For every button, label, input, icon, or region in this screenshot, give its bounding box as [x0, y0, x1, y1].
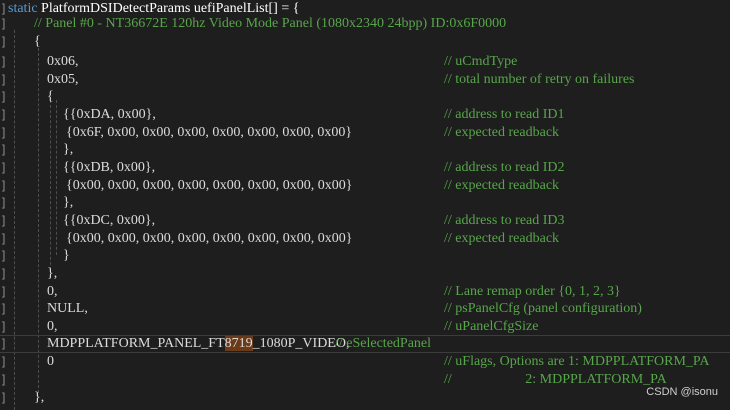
- line-marker: ]: [0, 126, 8, 140]
- line-marker: ]: [0, 232, 8, 246]
- line-code: 0: [47, 354, 54, 369]
- code-line[interactable]: ] {{0xDB, 0x00}, // address to read ID2: [0, 159, 730, 177]
- code-line[interactable]: ] }: [0, 247, 730, 265]
- line-comment: // eSelectedPanel: [335, 336, 432, 351]
- line-marker: ]: [0, 355, 8, 369]
- line-marker: ]: [0, 285, 8, 299]
- line-marker: ]: [0, 35, 8, 49]
- code-line[interactable]: ] {: [0, 33, 730, 51]
- line-code: 0,: [47, 284, 58, 299]
- line-code: {: [47, 89, 54, 104]
- line-comment: // expected readback: [444, 231, 560, 246]
- code-line[interactable]: ] // Panel #0 - NT36672E 120hz Video Mod…: [0, 15, 730, 33]
- code-line[interactable]: ] NULL, // psPanelCfg (panel configurati…: [0, 300, 730, 318]
- line-comment: // total number of retry on failures: [444, 72, 635, 87]
- line-comment: // Lane remap order {0, 1, 2, 3}: [444, 284, 621, 299]
- line-marker: ]: [0, 179, 8, 193]
- line-code: {0x00, 0x00, 0x00, 0x00, 0x00, 0x00, 0x0…: [66, 231, 353, 246]
- line-marker: ]: [0, 73, 8, 87]
- code-line[interactable]: ] 0, // Lane remap order {0, 1, 2, 3}: [0, 283, 730, 301]
- code-line[interactable]: ] },: [0, 389, 730, 407]
- line-code: },: [63, 195, 74, 210]
- line-marker: ]: [0, 17, 8, 31]
- line-code: {0x6F, 0x00, 0x00, 0x00, 0x00, 0x00, 0x0…: [66, 125, 353, 140]
- line-code: }: [63, 248, 70, 263]
- code-line[interactable]: ] {0x00, 0x00, 0x00, 0x00, 0x00, 0x00, 0…: [0, 177, 730, 195]
- code-line[interactable]: ] },: [0, 194, 730, 212]
- line-marker: ]: [0, 90, 8, 104]
- code-line[interactable]: ] {{0xDC, 0x00}, // address to read ID3: [0, 212, 730, 230]
- line-marker: ]: [0, 55, 8, 69]
- line-code: },: [34, 390, 45, 405]
- line-comment: // address to read ID2: [444, 160, 565, 175]
- code-line[interactable]: ] {{0xDA, 0x00}, // address to read ID1: [0, 106, 730, 124]
- line-comment: // expected readback: [444, 178, 560, 193]
- declaration-text: PlatformDSIDetectParams uefiPanelList[] …: [37, 1, 300, 16]
- code-line[interactable]: ] 0x05, // total number of retry on fail…: [0, 71, 730, 89]
- line-code: {{0xDC, 0x00},: [63, 213, 156, 228]
- line-comment: // uFlags, Options are 1: MDPPLATFORM_PA: [444, 354, 710, 369]
- code-line[interactable]: ] // 2: MDPPLATFORM_PA: [0, 371, 730, 389]
- line-marker: ]: [0, 391, 8, 405]
- code-line-selected-panel[interactable]: ] MDPPLATFORM_PANEL_FT8719_1080P_VIDEO, …: [0, 335, 730, 353]
- line-code: {{0xDA, 0x00},: [63, 107, 156, 122]
- line-comment: // 2: MDPPLATFORM_PA: [444, 372, 667, 387]
- code-line[interactable]: ] {: [0, 88, 730, 106]
- code-line[interactable]: ] 0, // uPanelCfgSize: [0, 318, 730, 336]
- code-editor[interactable]: ] static PlatformDSIDetectParams uefiPan…: [0, 0, 730, 410]
- line-marker: ]: [0, 267, 8, 281]
- line-marker: ]: [0, 161, 8, 175]
- line-marker: ]: [0, 143, 8, 157]
- line-marker: ]: [0, 196, 8, 210]
- line-marker: ]: [0, 108, 8, 122]
- csdn-watermark: CSDN @isonu: [646, 386, 718, 398]
- line-comment: // address to read ID3: [444, 213, 565, 228]
- line-marker: ]: [0, 320, 8, 334]
- line-comment: // uPanelCfgSize: [444, 319, 539, 334]
- line-code: {: [34, 34, 41, 49]
- line-comment: // address to read ID1: [444, 107, 565, 122]
- panel-name-prefix: MDPPLATFORM_PANEL_FT: [47, 336, 225, 351]
- line-code: 0x05,: [47, 72, 79, 87]
- line-code: 0,: [47, 319, 58, 334]
- line-marker: ]: [0, 302, 8, 316]
- code-line[interactable]: ] 0x06, // uCmdType: [0, 53, 730, 71]
- line-marker: ]: [0, 214, 8, 228]
- line-marker: ]: [0, 373, 8, 387]
- line-code: },: [47, 266, 58, 281]
- line-comment: // expected readback: [444, 125, 560, 140]
- line-code: {0x00, 0x00, 0x00, 0x00, 0x00, 0x00, 0x0…: [66, 178, 353, 193]
- line-code: MDPPLATFORM_PANEL_FT8719_1080P_VIDEO,: [47, 335, 349, 353]
- line-marker: ]: [0, 337, 8, 351]
- line-code: NULL,: [47, 301, 88, 316]
- search-match-highlight: 8719: [224, 336, 253, 351]
- line-comment: // uCmdType: [444, 54, 518, 69]
- code-line[interactable]: ] 0 // uFlags, Options are 1: MDPPLATFOR…: [0, 353, 730, 371]
- code-line[interactable]: ] },: [0, 141, 730, 159]
- line-code: },: [63, 142, 74, 157]
- line-code: 0x06,: [47, 54, 79, 69]
- line-comment: // psPanelCfg (panel configuration): [444, 301, 642, 316]
- line-marker: ]: [0, 249, 8, 263]
- line-code: {{0xDB, 0x00},: [63, 160, 156, 175]
- code-line[interactable]: ] {0x6F, 0x00, 0x00, 0x00, 0x00, 0x00, 0…: [0, 124, 730, 142]
- panel-comment: // Panel #0 - NT36672E 120hz Video Mode …: [34, 16, 507, 31]
- keyword-static: static: [8, 1, 38, 16]
- code-line[interactable]: ] },: [0, 265, 730, 283]
- code-line[interactable]: ] {0x00, 0x00, 0x00, 0x00, 0x00, 0x00, 0…: [0, 230, 730, 248]
